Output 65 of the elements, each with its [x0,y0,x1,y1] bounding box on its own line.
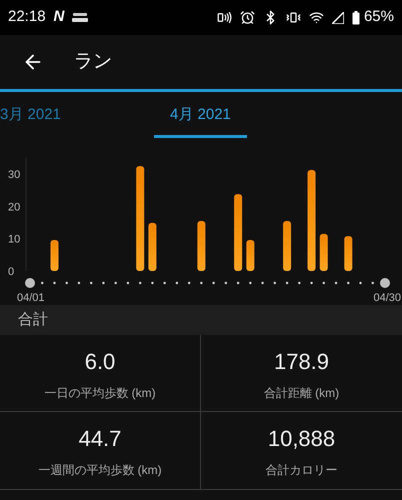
day-dot [78,282,80,284]
day-dot [114,282,117,284]
range-handle[interactable] [380,278,390,288]
day-dot [274,282,276,284]
day-dot [298,282,300,284]
status-time: 22:18 [8,7,46,28]
day-dot [261,282,264,284]
day-dot [126,282,130,284]
notification-icon: N [54,6,64,29]
day-dot [236,282,240,284]
nfc-icon [216,10,232,25]
bar [50,240,58,271]
day-dot [90,282,92,284]
stat-label: 一週間の平均歩数 (km) [38,462,162,479]
bar [320,234,328,271]
day-dot [188,282,190,284]
app-logo-icon [72,12,88,22]
day-dot [41,282,44,284]
vibrate-icon [286,10,301,25]
day-dot [310,282,313,284]
axis-label: 10 [8,234,20,246]
bar [283,220,292,271]
day-dot [151,282,154,284]
day-dot [176,282,178,284]
day-dot [347,282,350,284]
axis-label: 04/30 [373,292,401,304]
signal-icon [332,12,344,24]
day-dot [286,282,288,284]
day-dot [249,282,252,284]
bar [197,220,206,271]
stat-value: 10,888 [268,425,336,453]
screen-title: ラン [74,50,112,74]
stat-label: 合計距離 (km) [264,384,340,402]
battery-icon [352,10,360,24]
stat-label: 一日の平均歩数 (km) [44,384,156,402]
axis-label: 0 [8,266,14,278]
range-handle[interactable] [25,278,35,288]
wifi-icon [308,10,324,25]
day-dot [372,282,374,284]
battery-level: 65% [364,7,394,28]
month-tab[interactable]: 3月 2021 [0,104,61,138]
axis-label: 20 [8,201,20,214]
day-dot [212,282,215,284]
stat-label: 合計カロリー [266,462,338,479]
bar [344,236,352,271]
day-dot [322,282,325,284]
stat-value: 178.9 [274,348,330,376]
stat-value: 44.7 [78,425,122,453]
day-dot [102,282,105,284]
day-dot [138,282,142,284]
alarm-icon [240,10,255,25]
section-title: 合計 [18,310,48,330]
day-dot [200,282,203,284]
stat-value: 6.0 [84,348,116,376]
axis-label: 30 [8,169,20,182]
bar [246,240,254,271]
month-tab[interactable]: 4月 2021 [154,104,247,138]
day-dot [66,282,68,284]
bar [148,222,156,271]
day-dot [163,282,166,284]
day-dot [334,282,338,284]
day-dot [359,282,362,284]
day-dot [53,282,56,284]
axis-label: 04/01 [17,292,45,304]
day-dot [224,282,228,284]
